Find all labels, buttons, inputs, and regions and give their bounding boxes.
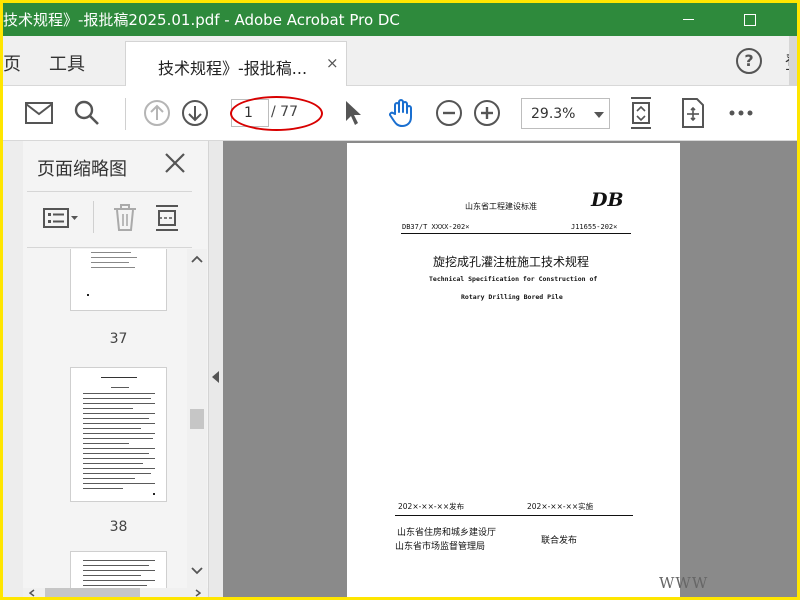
doc-title-en-1: Technical Specification for Construction… <box>429 275 598 283</box>
thumbnail-panel: 页面缩略图 37 38 <box>3 141 208 597</box>
maximize-button[interactable] <box>725 3 775 36</box>
page-down-icon[interactable] <box>177 95 213 131</box>
document-page: 山东省工程建设标准 DB DB37/T XXXX-202× J11655-202… <box>347 143 680 597</box>
menu-home[interactable]: 页 <box>3 50 21 76</box>
zoom-in-icon[interactable] <box>469 95 505 131</box>
thumbnail-page[interactable] <box>70 249 167 311</box>
thumbnail-scrollbar[interactable] <box>187 249 207 589</box>
document-tab[interactable]: 技术规程》-报批稿... × <box>125 41 347 86</box>
doc-header: 山东省工程建设标准 <box>465 202 537 211</box>
chevron-left-icon[interactable] <box>29 589 35 597</box>
thumbnail-label: 37 <box>109 331 128 347</box>
fit-page-icon[interactable] <box>623 95 659 131</box>
mail-icon[interactable] <box>21 95 57 131</box>
more-icon[interactable] <box>723 95 759 131</box>
document-tab-label: 技术规程》-报批稿... <box>158 59 308 78</box>
footer-rule <box>395 515 633 516</box>
std-number-right: J11655-202× <box>571 223 618 231</box>
select-arrow-icon[interactable] <box>335 95 371 131</box>
menu-scrollbar[interactable] <box>789 36 797 86</box>
db-logo: DB <box>591 189 624 211</box>
window-title: 技术规程》-报批稿2025.01.pdf - Adobe Acrobat Pro… <box>3 11 400 29</box>
issuer-1: 山东省住房和城乡建设厅 <box>397 528 497 538</box>
trash-icon[interactable] <box>111 203 139 233</box>
doc-title-en-2: Rotary Drilling Bored Pile <box>461 293 563 301</box>
scrollbar-thumb[interactable] <box>45 588 140 597</box>
zoom-select[interactable]: 29.3% <box>521 98 610 129</box>
hand-icon[interactable] <box>383 95 419 131</box>
thumbnail-list[interactable]: 37 38 <box>23 249 186 589</box>
thumbnail-page[interactable] <box>70 367 167 502</box>
thumbnail-options-icon[interactable] <box>41 203 81 233</box>
chevron-down-icon[interactable] <box>191 567 203 575</box>
document-viewport[interactable]: 山东省工程建设标准 DB DB37/T XXXX-202× J11655-202… <box>223 141 797 597</box>
page-up-icon[interactable] <box>139 95 175 131</box>
thumbnail-horizontal-scrollbar[interactable] <box>23 588 208 597</box>
joint-release: 联合发布 <box>541 536 578 546</box>
thumbnail-label: 38 <box>109 519 128 535</box>
panel-separator <box>93 201 94 233</box>
toolbar-separator <box>125 98 126 130</box>
panel-divider <box>27 191 192 192</box>
close-tab-icon[interactable]: × <box>326 54 339 72</box>
panel-divider <box>27 247 192 248</box>
panel-splitter[interactable] <box>208 141 223 597</box>
close-icon[interactable] <box>163 151 187 175</box>
chevron-up-icon[interactable] <box>191 255 203 263</box>
minimize-button[interactable] <box>663 3 713 36</box>
std-number-left: DB37/T XXXX-202× <box>402 223 470 231</box>
thumbnail-page[interactable] <box>70 551 167 589</box>
zoom-out-icon[interactable] <box>431 95 467 131</box>
panel-title: 页面缩略图 <box>37 159 127 180</box>
help-icon[interactable]: ? <box>736 48 762 74</box>
menu-bar: 页 工具 技术规程》-报批稿... × ? 登 <box>3 36 797 86</box>
doc-title-cn: 旋挖成孔灌注桩施工技术规程 <box>433 255 590 269</box>
chevron-down-icon <box>594 112 604 118</box>
acrobat-window: 技术规程》-报批稿2025.01.pdf - Adobe Acrobat Pro… <box>3 3 797 597</box>
panel-tab-strip <box>3 141 23 597</box>
toolbar: / 77 29.3% <box>3 86 797 141</box>
implement-date: 202×-××-××实施 <box>527 502 594 511</box>
header-rule <box>401 233 631 234</box>
scrollbar-thumb[interactable] <box>190 409 204 429</box>
chevron-right-icon[interactable] <box>195 589 201 597</box>
release-date: 202×-××-××发布 <box>398 502 465 511</box>
collapse-panel-icon[interactable] <box>212 371 219 383</box>
menu-tools[interactable]: 工具 <box>49 50 85 76</box>
watermark-text: WWW <box>659 574 709 592</box>
page-split-icon[interactable] <box>153 203 181 233</box>
issuer-2: 山东省市场监督管理局 <box>395 542 486 552</box>
search-icon[interactable] <box>69 95 105 131</box>
title-bar: 技术规程》-报批稿2025.01.pdf - Adobe Acrobat Pro… <box>3 3 797 36</box>
zoom-value: 29.3% <box>531 106 576 122</box>
red-annotation-ellipse <box>230 96 323 131</box>
rotate-icon[interactable] <box>675 95 711 131</box>
